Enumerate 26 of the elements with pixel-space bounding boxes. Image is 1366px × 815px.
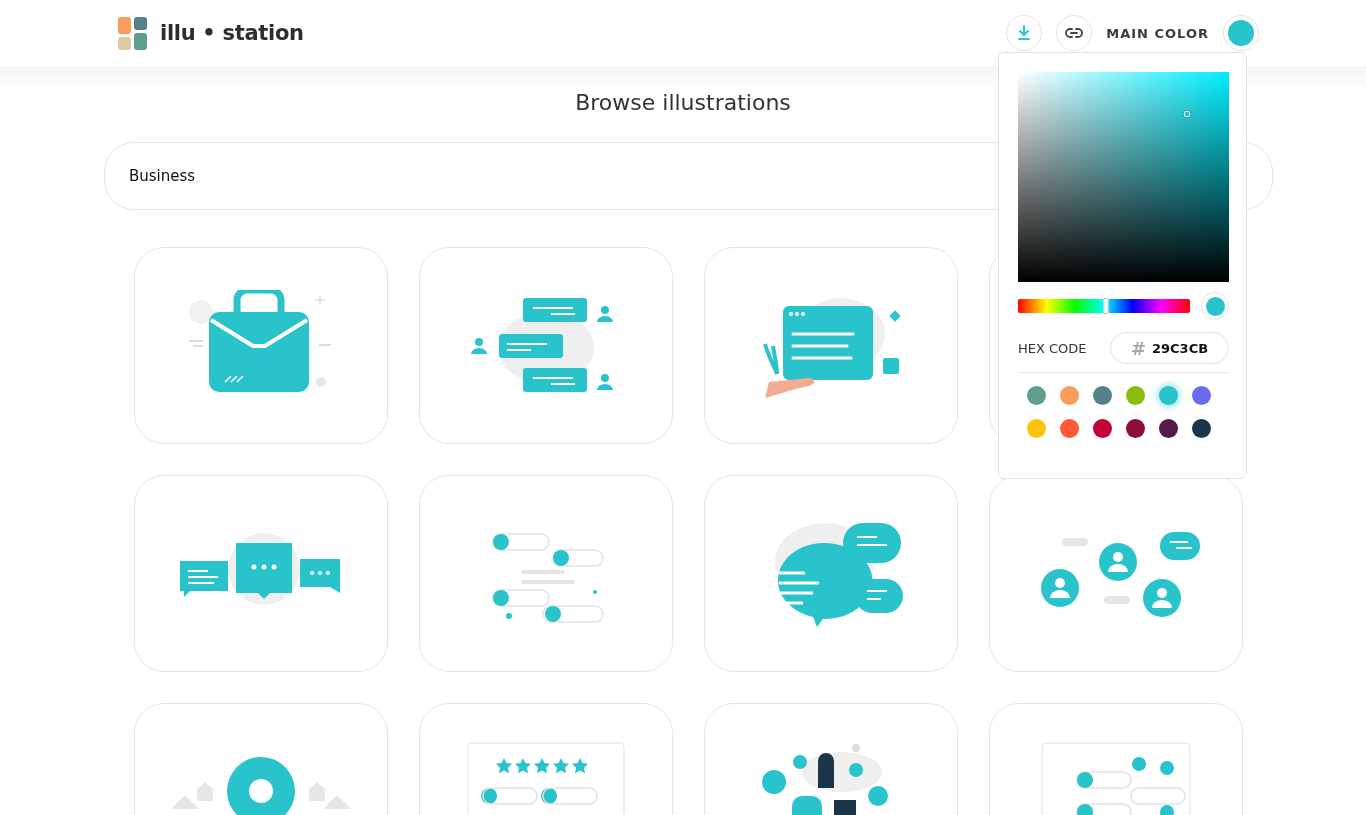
- hue-slider-handle[interactable]: [1103, 298, 1109, 314]
- color-swatch[interactable]: [1093, 419, 1112, 438]
- color-swatch[interactable]: [1126, 386, 1145, 405]
- logo-text[interactable]: illu • station: [160, 21, 304, 45]
- main-color-label: MAIN COLOR: [1106, 25, 1209, 41]
- download-button[interactable]: [1006, 15, 1043, 51]
- page-title: Browse illustrations: [575, 90, 791, 115]
- color-swatch[interactable]: [1159, 386, 1178, 405]
- color-swatch[interactable]: [1027, 419, 1046, 438]
- color-swatch[interactable]: [1126, 419, 1145, 438]
- color-field[interactable]: [1018, 72, 1229, 282]
- hue-slider[interactable]: [1018, 299, 1190, 313]
- color-swatch[interactable]: [1060, 386, 1079, 405]
- color-field-handle[interactable]: [1183, 110, 1191, 118]
- color-swatch[interactable]: [1192, 386, 1211, 405]
- logo-icon: [118, 16, 148, 50]
- hex-code-label: HEX CODE: [1018, 340, 1087, 356]
- color-swatch[interactable]: [1159, 419, 1178, 438]
- color-swatch[interactable]: [1093, 386, 1112, 405]
- link-icon: [1065, 27, 1084, 39]
- download-icon: [1017, 25, 1032, 41]
- color-swatch[interactable]: [1192, 419, 1211, 438]
- main-color-button[interactable]: [1223, 15, 1259, 51]
- color-swatch[interactable]: [1060, 419, 1079, 438]
- color-swatch[interactable]: [1027, 386, 1046, 405]
- link-button[interactable]: [1056, 15, 1093, 51]
